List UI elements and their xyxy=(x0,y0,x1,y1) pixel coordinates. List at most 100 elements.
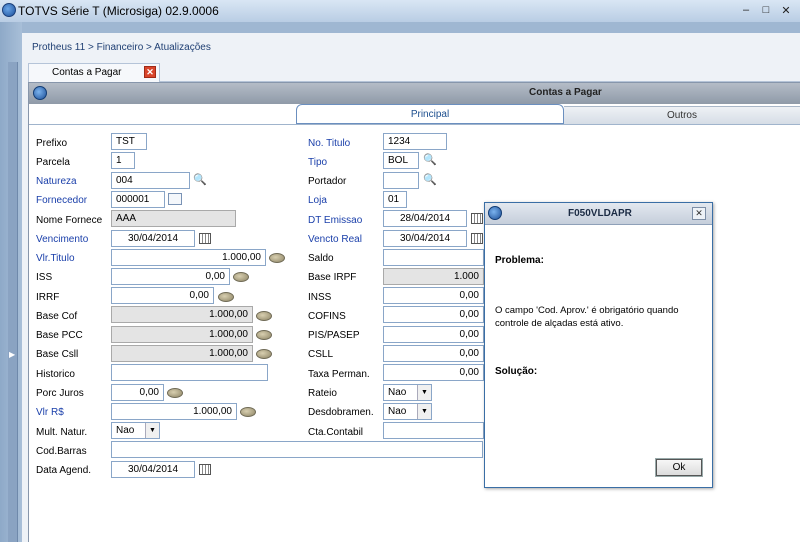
inss-field[interactable]: 0,00 xyxy=(383,287,484,304)
close-icon[interactable]: ✕ xyxy=(776,0,796,20)
base-csll-calculator-icon[interactable] xyxy=(256,349,272,359)
ok-button[interactable]: Ok xyxy=(655,458,703,477)
data-agend-calendar-icon[interactable] xyxy=(199,464,211,475)
dialog-title: F050VLDAPR xyxy=(568,208,632,219)
iss-calculator-icon[interactable] xyxy=(233,272,249,282)
porc-juros-field[interactable]: 0,00 xyxy=(111,384,164,401)
app-title: TOTVS Série T (Microsiga) 02.9.0006 xyxy=(18,4,219,18)
parcela-label: Parcela xyxy=(36,157,70,168)
irrf-label: IRRF xyxy=(36,292,60,303)
iss-field[interactable]: 0,00 xyxy=(111,268,230,285)
dialog-logo-icon xyxy=(488,206,502,220)
taxa-perman-field[interactable]: 0,00 xyxy=(383,364,484,381)
portador-field[interactable] xyxy=(383,172,419,189)
dialog-close-icon[interactable]: ✕ xyxy=(692,207,706,220)
historico-field[interactable] xyxy=(111,364,268,381)
data-agend-field[interactable]: 30/04/2014 xyxy=(111,461,195,478)
vlr-rs-calculator-icon[interactable] xyxy=(240,407,256,417)
base-irpf-label: Base IRPF xyxy=(308,272,357,283)
chevron-down-icon[interactable]: ▼ xyxy=(417,385,431,400)
cta-contabil-field[interactable] xyxy=(383,422,484,439)
tab-principal[interactable]: Principal xyxy=(296,104,564,124)
base-irpf-field: 1.000 xyxy=(383,268,484,285)
base-cof-field: 1.000,00 xyxy=(111,306,253,323)
prefixo-field[interactable]: TST xyxy=(111,133,147,150)
nome-fornece-field: AAA xyxy=(111,210,236,227)
base-cof-calculator-icon[interactable] xyxy=(256,311,272,321)
vencimento-field[interactable]: 30/04/2014 xyxy=(111,230,195,247)
mult-natur-value: Nao xyxy=(116,425,135,436)
cod-barras-label: Cod.Barras xyxy=(36,446,87,457)
mult-natur-select[interactable]: Nao ▼ xyxy=(111,422,160,439)
portador-search-icon[interactable]: 🔍 xyxy=(423,174,437,186)
maximize-icon[interactable]: □ xyxy=(756,0,776,20)
saldo-label: Saldo xyxy=(308,253,334,264)
dt-emissao-calendar-icon[interactable] xyxy=(471,213,483,224)
prefixo-label: Prefixo xyxy=(36,138,68,149)
vencimento-calendar-icon[interactable] xyxy=(199,233,211,244)
vlr-titulo-calculator-icon[interactable] xyxy=(269,253,285,263)
pis-pasep-label: PIS/PASEP xyxy=(308,330,360,341)
parcela-field[interactable]: 1 xyxy=(111,152,135,169)
csll-field[interactable]: 0,00 xyxy=(383,345,484,362)
vencto-real-label: Vencto Real xyxy=(308,234,362,245)
chevron-down-icon[interactable]: ▼ xyxy=(145,423,159,438)
error-dialog xyxy=(484,202,713,488)
vlr-rs-label: Vlr R$ xyxy=(36,407,64,418)
tipo-label: Tipo xyxy=(308,157,328,168)
vencto-real-field[interactable]: 30/04/2014 xyxy=(383,230,467,247)
portador-label: Portador xyxy=(308,176,347,187)
base-pcc-label: Base PCC xyxy=(36,330,83,341)
base-pcc-calculator-icon[interactable] xyxy=(256,330,272,340)
cod-barras-field[interactable] xyxy=(111,441,483,458)
expand-arrow-icon[interactable]: ▶ xyxy=(9,350,15,359)
natureza-label: Natureza xyxy=(36,176,77,187)
solution-heading: Solução: xyxy=(495,366,538,377)
no-titulo-field[interactable]: 1234 xyxy=(383,133,447,150)
natureza-field[interactable]: 004 xyxy=(111,172,190,189)
vlr-titulo-field[interactable]: 1.000,00 xyxy=(111,249,266,266)
fornecedor-field[interactable]: 000001 xyxy=(111,191,165,208)
iss-label: ISS xyxy=(36,272,53,283)
porc-juros-calculator-icon[interactable] xyxy=(167,388,183,398)
vencto-real-calendar-icon[interactable] xyxy=(471,233,483,244)
base-cof-label: Base Cof xyxy=(36,311,78,322)
cofins-field[interactable]: 0,00 xyxy=(383,306,484,323)
rateio-value: Nao xyxy=(388,387,407,398)
csll-label: CSLL xyxy=(308,349,334,360)
taxa-perman-label: Taxa Perman. xyxy=(308,369,370,380)
fornecedor-label: Fornecedor xyxy=(36,195,88,206)
mult-natur-label: Mult. Natur. xyxy=(36,427,88,438)
fornecedor-lookup-icon[interactable] xyxy=(168,193,182,205)
historico-label: Historico xyxy=(36,369,75,380)
dt-emissao-field[interactable]: 28/04/2014 xyxy=(383,210,467,227)
saldo-field xyxy=(383,249,484,266)
vlr-rs-field[interactable]: 1.000,00 xyxy=(111,403,237,420)
pis-pasep-field[interactable]: 0,00 xyxy=(383,326,484,343)
tab-close-icon[interactable]: ✕ xyxy=(144,66,156,78)
breadcrumb[interactable]: Protheus 11 > Financeiro > Atualizações xyxy=(32,42,211,53)
dt-emissao-label: DT Emissao xyxy=(308,215,363,226)
irrf-calculator-icon[interactable] xyxy=(218,292,234,302)
window-controls: – □ ✕ xyxy=(736,0,800,20)
form-title-bar xyxy=(29,83,800,104)
natureza-search-icon[interactable]: 🔍 xyxy=(193,174,207,186)
tipo-search-icon[interactable]: 🔍 xyxy=(423,154,437,166)
tipo-field[interactable]: BOL xyxy=(383,152,419,169)
nome-fornece-label: Nome Fornece xyxy=(36,215,103,226)
porc-juros-label: Porc Juros xyxy=(36,388,84,399)
rateio-select[interactable]: Nao ▼ xyxy=(383,384,432,401)
irrf-field[interactable]: 0,00 xyxy=(111,287,214,304)
base-pcc-field: 1.000,00 xyxy=(111,326,253,343)
cofins-label: COFINS xyxy=(308,311,346,322)
problem-message: O campo 'Cod. Aprov.' é obrigatório quan… xyxy=(495,305,679,329)
desdobramen-select[interactable]: Nao ▼ xyxy=(383,403,432,420)
tab-label[interactable]: Contas a Pagar xyxy=(52,67,122,78)
loja-field[interactable]: 01 xyxy=(383,191,407,208)
chevron-down-icon[interactable]: ▼ xyxy=(417,404,431,419)
tab-outros[interactable]: Outros xyxy=(564,106,800,124)
loja-label: Loja xyxy=(308,195,327,206)
side-panel-toggle[interactable] xyxy=(8,62,18,542)
inss-label: INSS xyxy=(308,292,332,303)
minimize-icon[interactable]: – xyxy=(736,0,756,20)
